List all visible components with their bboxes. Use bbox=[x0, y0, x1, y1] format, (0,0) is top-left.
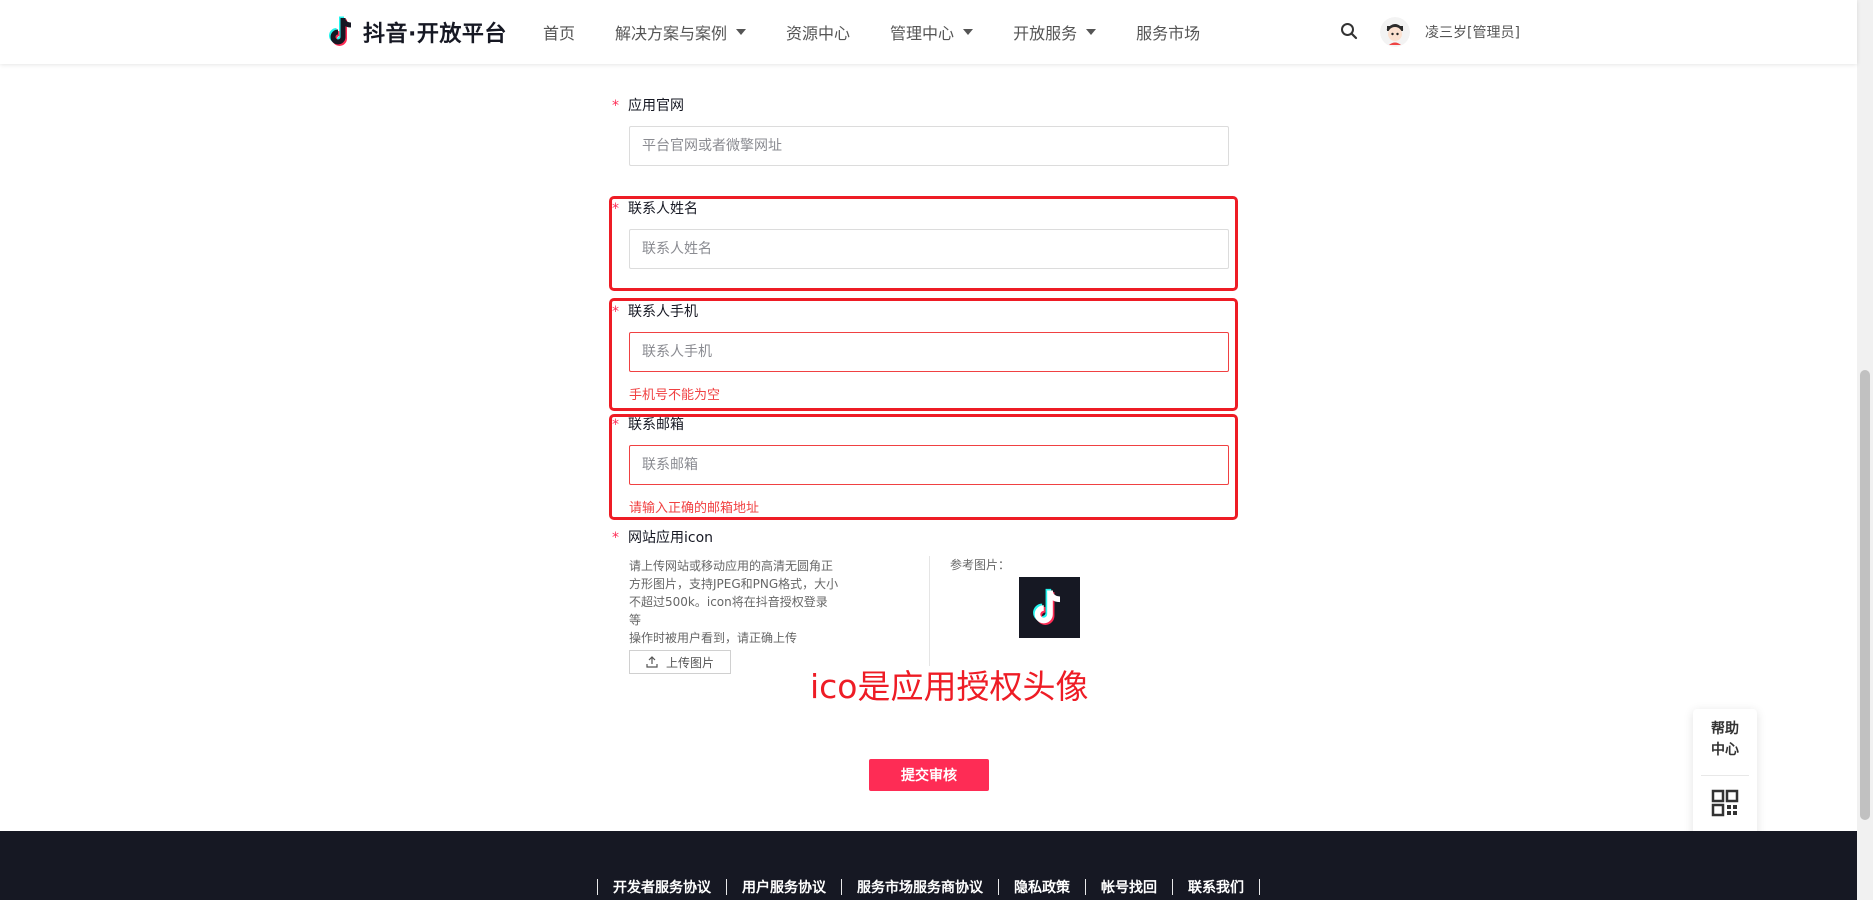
help-center-label: 中心 bbox=[1711, 742, 1739, 758]
reference-image bbox=[1019, 577, 1080, 638]
footer-link-contact-us[interactable]: 联系我们 bbox=[1173, 877, 1259, 897]
required-mark: * bbox=[612, 304, 619, 320]
description-line: 方形图片，支持JPEG和PNG格式，大小 bbox=[629, 577, 839, 591]
icon-field-group: * 网站应用icon bbox=[612, 528, 1232, 548]
nav-label: 服务市场 bbox=[1136, 24, 1201, 43]
help-center-label: 帮助 bbox=[1711, 721, 1739, 737]
footer-separator bbox=[597, 879, 598, 895]
footer-separator bbox=[998, 879, 999, 895]
upload-image-button[interactable]: 上传图片 bbox=[629, 650, 731, 674]
floating-side-panel: 帮助 中心 bbox=[1693, 709, 1757, 839]
required-mark: * bbox=[612, 201, 619, 217]
nav-label: 解决方案与案例 bbox=[615, 24, 728, 43]
panel-divider bbox=[1701, 775, 1749, 776]
nav-item-management[interactable]: 管理中心 bbox=[890, 20, 974, 44]
scrollbar-thumb[interactable] bbox=[1860, 370, 1870, 820]
contact-name-field-group: * 联系人姓名 bbox=[612, 199, 1232, 269]
avatar[interactable] bbox=[1380, 17, 1410, 47]
label-text: 网站应用icon bbox=[628, 530, 714, 546]
footer-separator bbox=[1085, 879, 1086, 895]
logo-text: 抖音·开放平台 bbox=[363, 22, 507, 47]
contact-name-label: * 联系人姓名 bbox=[612, 199, 1232, 219]
required-mark: * bbox=[612, 417, 619, 433]
nav-item-resources[interactable]: 资源中心 bbox=[786, 20, 850, 44]
description-line: 请上传网站或移动应用的高清无圆角正 bbox=[629, 559, 834, 573]
footer-link-developer-agreement[interactable]: 开发者服务协议 bbox=[598, 877, 726, 897]
qr-code-icon[interactable] bbox=[1711, 789, 1739, 817]
upload-button-label: 上传图片 bbox=[665, 655, 714, 670]
chevron-down-icon bbox=[736, 29, 747, 35]
page-scrollbar[interactable] bbox=[1857, 0, 1873, 900]
vertical-divider bbox=[929, 556, 930, 666]
footer-link-privacy-policy[interactable]: 隐私政策 bbox=[999, 877, 1085, 897]
nav-label: 资源中心 bbox=[786, 24, 851, 43]
label-text: 应用官网 bbox=[628, 98, 684, 114]
contact-phone-label: * 联系人手机 bbox=[612, 302, 1232, 322]
nav-label: 首页 bbox=[543, 24, 576, 43]
footer-link-user-agreement[interactable]: 用户服务协议 bbox=[727, 877, 841, 897]
label-text: 联系邮箱 bbox=[628, 417, 684, 433]
tiktok-logo-icon bbox=[329, 16, 352, 46]
contact-phone-field-group: * 联系人手机 手机号不能为空 bbox=[612, 302, 1232, 403]
footer-link-provider-agreement[interactable]: 服务市场服务商协议 bbox=[842, 877, 998, 897]
nav-item-open-services[interactable]: 开放服务 bbox=[1013, 20, 1097, 44]
search-icon[interactable] bbox=[1340, 22, 1358, 40]
email-error-message: 请输入正确的邮箱地址 bbox=[629, 501, 760, 516]
contact-email-label: * 联系邮箱 bbox=[612, 415, 1232, 435]
footer-separator bbox=[841, 879, 842, 895]
reference-image-label: 参考图片： bbox=[950, 558, 1011, 572]
nav-item-solutions[interactable]: 解决方案与案例 bbox=[615, 20, 747, 44]
chevron-down-icon bbox=[1086, 29, 1097, 35]
phone-error-message: 手机号不能为空 bbox=[629, 388, 721, 403]
required-mark: * bbox=[612, 530, 619, 546]
chevron-down-icon bbox=[963, 29, 974, 35]
help-center-button[interactable]: 帮助 中心 bbox=[1693, 719, 1757, 761]
annotation-text: ico是应用授权头像 bbox=[810, 667, 1089, 706]
description-line: 不超过500k。icon将在抖音授权登录等 bbox=[629, 595, 828, 627]
footer-separator bbox=[1259, 879, 1260, 895]
footer-separator bbox=[1172, 879, 1173, 895]
website-field-group: * 应用官网 bbox=[612, 96, 1232, 166]
footer-link-account-recovery[interactable]: 帐号找回 bbox=[1086, 877, 1172, 897]
nav-item-marketplace[interactable]: 服务市场 bbox=[1136, 20, 1200, 44]
submit-review-button[interactable]: 提交审核 bbox=[869, 759, 989, 791]
nav-item-home[interactable]: 首页 bbox=[543, 20, 575, 44]
label-text: 联系人姓名 bbox=[628, 201, 698, 217]
icon-upload-description: 请上传网站或移动应用的高清无圆角正 方形图片，支持JPEG和PNG格式，大小 不… bbox=[629, 557, 839, 647]
required-mark: * bbox=[612, 98, 619, 114]
label-text: 联系人手机 bbox=[628, 304, 698, 320]
website-label: * 应用官网 bbox=[612, 96, 1232, 116]
tiktok-logo-icon bbox=[1032, 588, 1060, 625]
username[interactable]: 凌三岁[管理员] bbox=[1425, 22, 1520, 42]
logo[interactable]: 抖音·开放平台 bbox=[329, 14, 507, 50]
nav-label: 开放服务 bbox=[1013, 24, 1078, 43]
website-input[interactable] bbox=[629, 126, 1229, 166]
contact-email-input[interactable] bbox=[629, 445, 1229, 485]
contact-name-input[interactable] bbox=[629, 229, 1229, 269]
nav-label: 管理中心 bbox=[890, 24, 955, 43]
contact-phone-input[interactable] bbox=[629, 332, 1229, 372]
description-line: 操作时被用户看到，请正确上传 bbox=[629, 631, 798, 645]
footer-links: 开发者服务协议 用户服务协议 服务市场服务商协议 隐私政策 帐号找回 联系我们 bbox=[597, 877, 1260, 897]
main-nav: 首页 解决方案与案例 资源中心 管理中心 开放服务 服务市场 bbox=[543, 0, 1240, 64]
top-header: 抖音·开放平台 首页 解决方案与案例 资源中心 管理中心 开放服务 服务市场 凌… bbox=[0, 0, 1857, 64]
avatar-image bbox=[1380, 17, 1410, 47]
contact-email-field-group: * 联系邮箱 请输入正确的邮箱地址 bbox=[612, 415, 1232, 516]
upload-icon bbox=[646, 656, 658, 668]
footer-separator bbox=[726, 879, 727, 895]
icon-label: * 网站应用icon bbox=[612, 528, 1232, 548]
